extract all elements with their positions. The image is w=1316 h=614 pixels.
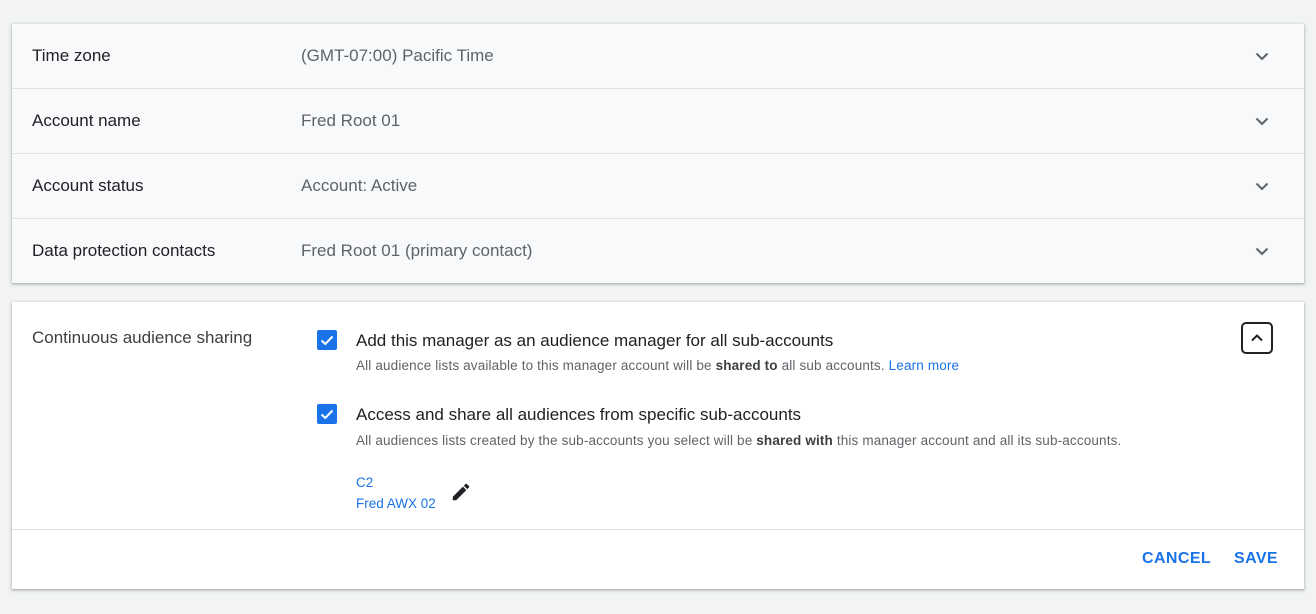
chevron-down-icon[interactable] — [1254, 178, 1270, 194]
cancel-button[interactable]: CANCEL — [1142, 539, 1211, 579]
setting-value: Account: Active — [301, 176, 418, 195]
sub-account-link[interactable]: C2 — [356, 475, 373, 490]
setting-value: Fred Root 01 — [301, 111, 401, 130]
share-audiences-description: All audiences lists created by the sub-a… — [356, 433, 1122, 448]
setting-row-account-name[interactable]: Account name Fred Root 01 — [12, 89, 1304, 154]
setting-row-account-status[interactable]: Account status Account: Active — [12, 154, 1304, 219]
setting-label: Data protection contacts — [32, 241, 216, 260]
setting-row-data-protection-contacts[interactable]: Data protection contacts Fred Root 01 (p… — [12, 219, 1304, 283]
setting-label: Account status — [32, 176, 144, 195]
divider — [12, 529, 1304, 530]
check-icon — [320, 409, 334, 420]
chevron-down-icon[interactable] — [1254, 48, 1270, 64]
share-audiences-checkbox[interactable] — [317, 404, 337, 424]
check-icon — [320, 335, 334, 346]
sub-account-link[interactable]: Fred AWX 02 — [356, 496, 436, 511]
setting-value: Fred Root 01 (primary contact) — [301, 241, 533, 260]
audience-manager-description: All audience lists available to this man… — [356, 358, 960, 373]
learn-more-link[interactable]: Learn more — [889, 358, 960, 373]
audience-sharing-panel: Continuous audience sharing Add this man… — [12, 302, 1304, 589]
setting-row-time-zone[interactable]: Time zone (GMT-07:00) Pacific Time — [12, 24, 1304, 89]
collapse-button[interactable] — [1241, 322, 1273, 354]
chevron-up-icon — [1251, 334, 1263, 342]
setting-label: Account name — [32, 111, 141, 130]
chevron-down-icon[interactable] — [1254, 113, 1270, 129]
setting-value: (GMT-07:00) Pacific Time — [301, 46, 494, 65]
save-button[interactable]: SAVE — [1234, 539, 1278, 579]
audience-sharing-label: Continuous audience sharing — [32, 328, 253, 347]
share-audiences-title: Access and share all audiences from spec… — [356, 405, 802, 424]
audience-manager-title: Add this manager as an audience manager … — [356, 331, 834, 350]
audience-manager-checkbox[interactable] — [317, 330, 337, 350]
account-settings-card: Time zone (GMT-07:00) Pacific Time Accou… — [12, 24, 1304, 283]
setting-label: Time zone — [32, 46, 111, 65]
pencil-icon[interactable] — [450, 481, 472, 503]
chevron-down-icon[interactable] — [1254, 243, 1270, 259]
